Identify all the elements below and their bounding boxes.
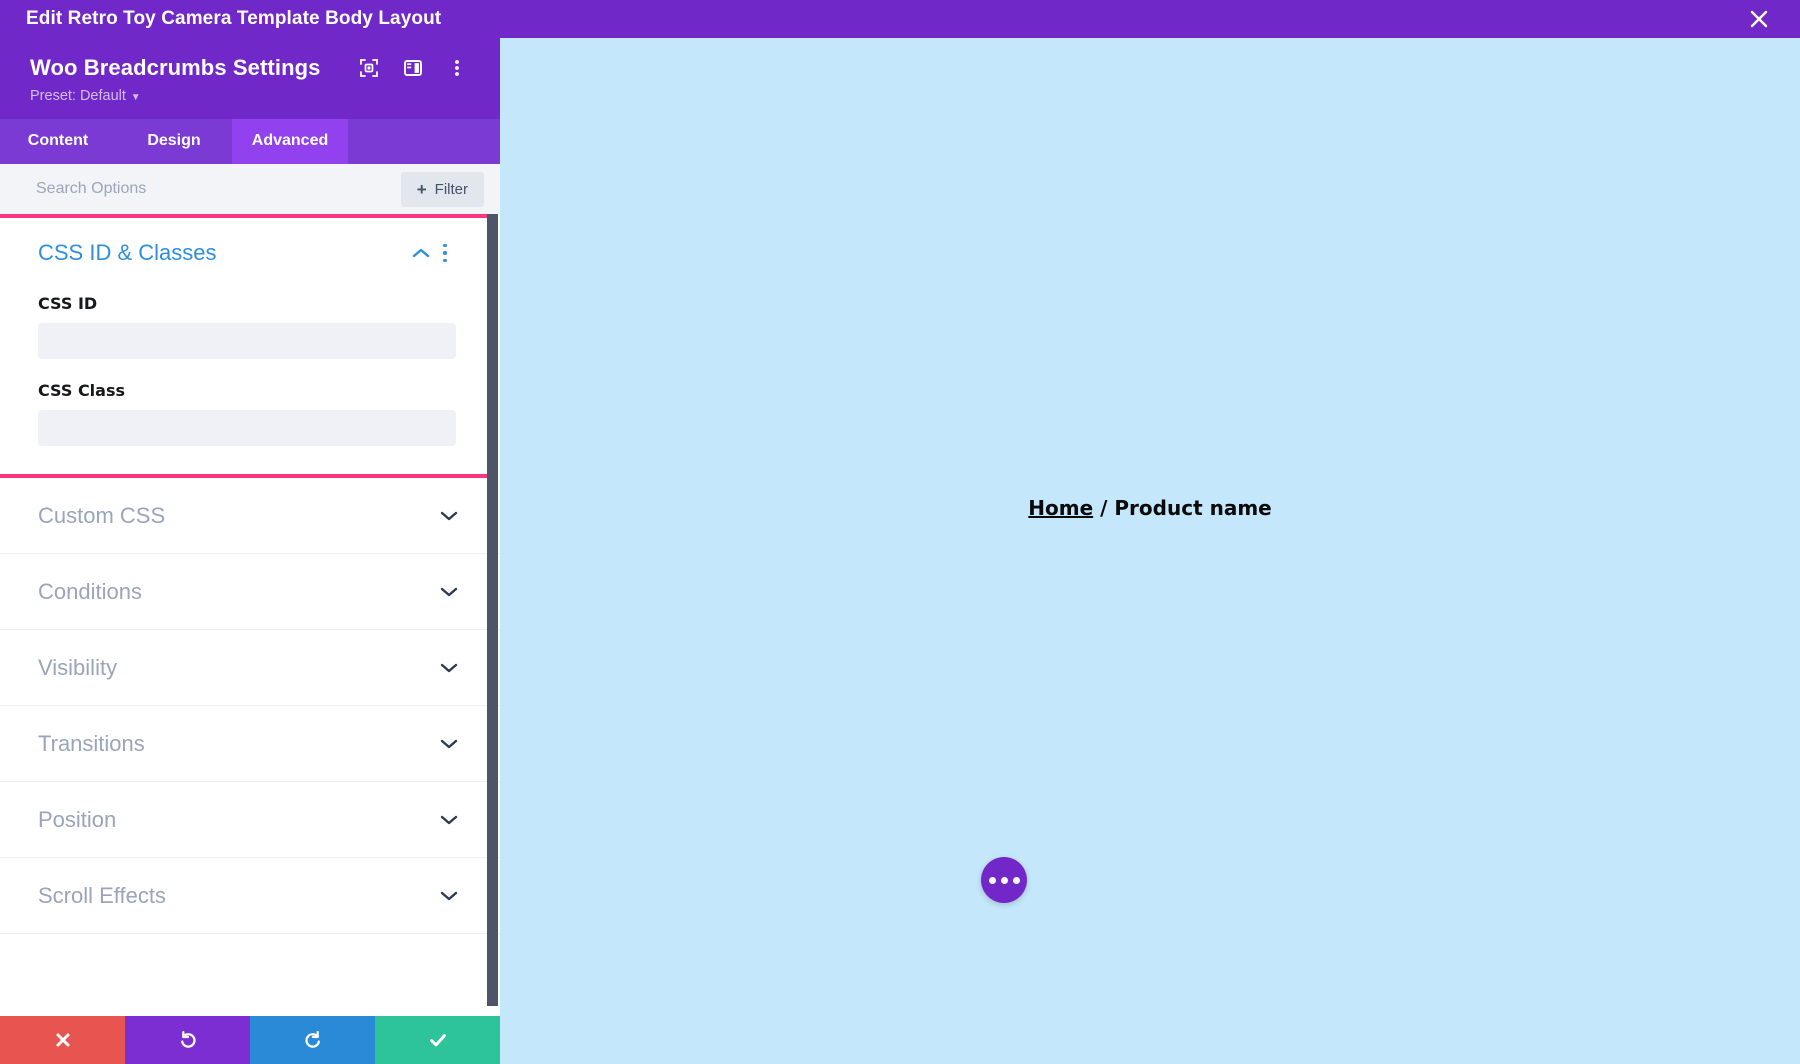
- group-position[interactable]: Position: [0, 782, 500, 858]
- group-transitions[interactable]: Transitions: [0, 706, 500, 782]
- chevron-up-icon[interactable]: [408, 247, 434, 259]
- group-css-id-and-classes: CSS ID & Classes: [0, 214, 498, 478]
- app-root: Edit Retro Toy Camera Template Body Layo…: [0, 0, 1800, 1064]
- filter-button[interactable]: + Filter: [401, 172, 484, 207]
- options-scroll-area: CSS ID & Classes: [0, 214, 500, 1016]
- group-title: Conditions: [38, 579, 436, 605]
- group-scroll-effects[interactable]: Scroll Effects: [0, 858, 500, 934]
- group-title: Custom CSS: [38, 503, 436, 529]
- builder-canvas: Home / Product name: [500, 38, 1800, 1064]
- group-title: Transitions: [38, 731, 436, 757]
- page-settings-fab[interactable]: [981, 857, 1027, 903]
- undo-button[interactable]: [125, 1016, 250, 1064]
- woo-breadcrumbs-module[interactable]: Home / Product name: [500, 496, 1800, 520]
- tab-design[interactable]: Design: [116, 119, 232, 164]
- preset-selector[interactable]: Preset: Default ▼: [0, 82, 141, 104]
- tab-advanced[interactable]: Advanced: [232, 119, 348, 164]
- more-vertical-icon[interactable]: [434, 244, 456, 263]
- panel-action-bar: [0, 1016, 500, 1064]
- save-button[interactable]: [375, 1016, 500, 1064]
- css-id-label: CSS ID: [38, 294, 456, 313]
- ellipsis-icon: [1013, 877, 1020, 884]
- css-id-input[interactable]: [38, 323, 456, 359]
- group-title[interactable]: CSS ID & Classes: [38, 240, 408, 266]
- panel-body: CSS ID & Classes: [0, 214, 500, 1016]
- group-conditions[interactable]: Conditions: [0, 554, 500, 630]
- preset-label: Preset: Default: [30, 88, 126, 104]
- group-title: Position: [38, 807, 436, 833]
- focus-target-icon[interactable]: [352, 54, 386, 82]
- group-visibility[interactable]: Visibility: [0, 630, 500, 706]
- chevron-down-icon: ▼: [128, 92, 141, 103]
- cancel-button[interactable]: [0, 1016, 125, 1064]
- filter-button-label: Filter: [435, 181, 468, 198]
- window-titlebar: Edit Retro Toy Camera Template Body Layo…: [0, 0, 1800, 38]
- tabs-filler: [348, 119, 500, 164]
- breadcrumb-separator: /: [1093, 496, 1114, 520]
- chevron-down-icon[interactable]: [436, 586, 462, 598]
- group-custom-css[interactable]: Custom CSS: [0, 478, 500, 554]
- close-icon[interactable]: [1738, 0, 1780, 38]
- panel-layout-icon[interactable]: [396, 54, 430, 82]
- chevron-down-icon[interactable]: [436, 738, 462, 750]
- css-class-label: CSS Class: [38, 381, 456, 400]
- chevron-down-icon[interactable]: [436, 890, 462, 902]
- redo-button[interactable]: [250, 1016, 375, 1064]
- css-class-input[interactable]: [38, 410, 456, 446]
- breadcrumb-home-link[interactable]: Home: [1028, 496, 1093, 520]
- tab-content[interactable]: Content: [0, 119, 116, 164]
- chevron-down-icon[interactable]: [436, 510, 462, 522]
- search-bar: + Filter: [0, 164, 500, 214]
- chevron-down-icon[interactable]: [436, 662, 462, 674]
- window-title: Edit Retro Toy Camera Template Body Layo…: [26, 8, 441, 30]
- breadcrumb-current: Product name: [1114, 496, 1271, 520]
- module-settings-panel: Woo Breadcrumbs Settings: [0, 38, 500, 1064]
- chevron-down-icon[interactable]: [436, 814, 462, 826]
- group-title: Visibility: [38, 655, 436, 681]
- ellipsis-icon: [1001, 877, 1008, 884]
- group-title: Scroll Effects: [38, 883, 436, 909]
- search-input[interactable]: [0, 180, 401, 198]
- plus-icon: +: [417, 181, 427, 198]
- panel-header: Woo Breadcrumbs Settings: [0, 38, 500, 119]
- panel-title: Woo Breadcrumbs Settings: [30, 55, 352, 81]
- ellipsis-icon: [989, 877, 996, 884]
- panel-tabs: Content Design Advanced: [0, 119, 500, 164]
- more-vertical-icon[interactable]: [440, 54, 474, 82]
